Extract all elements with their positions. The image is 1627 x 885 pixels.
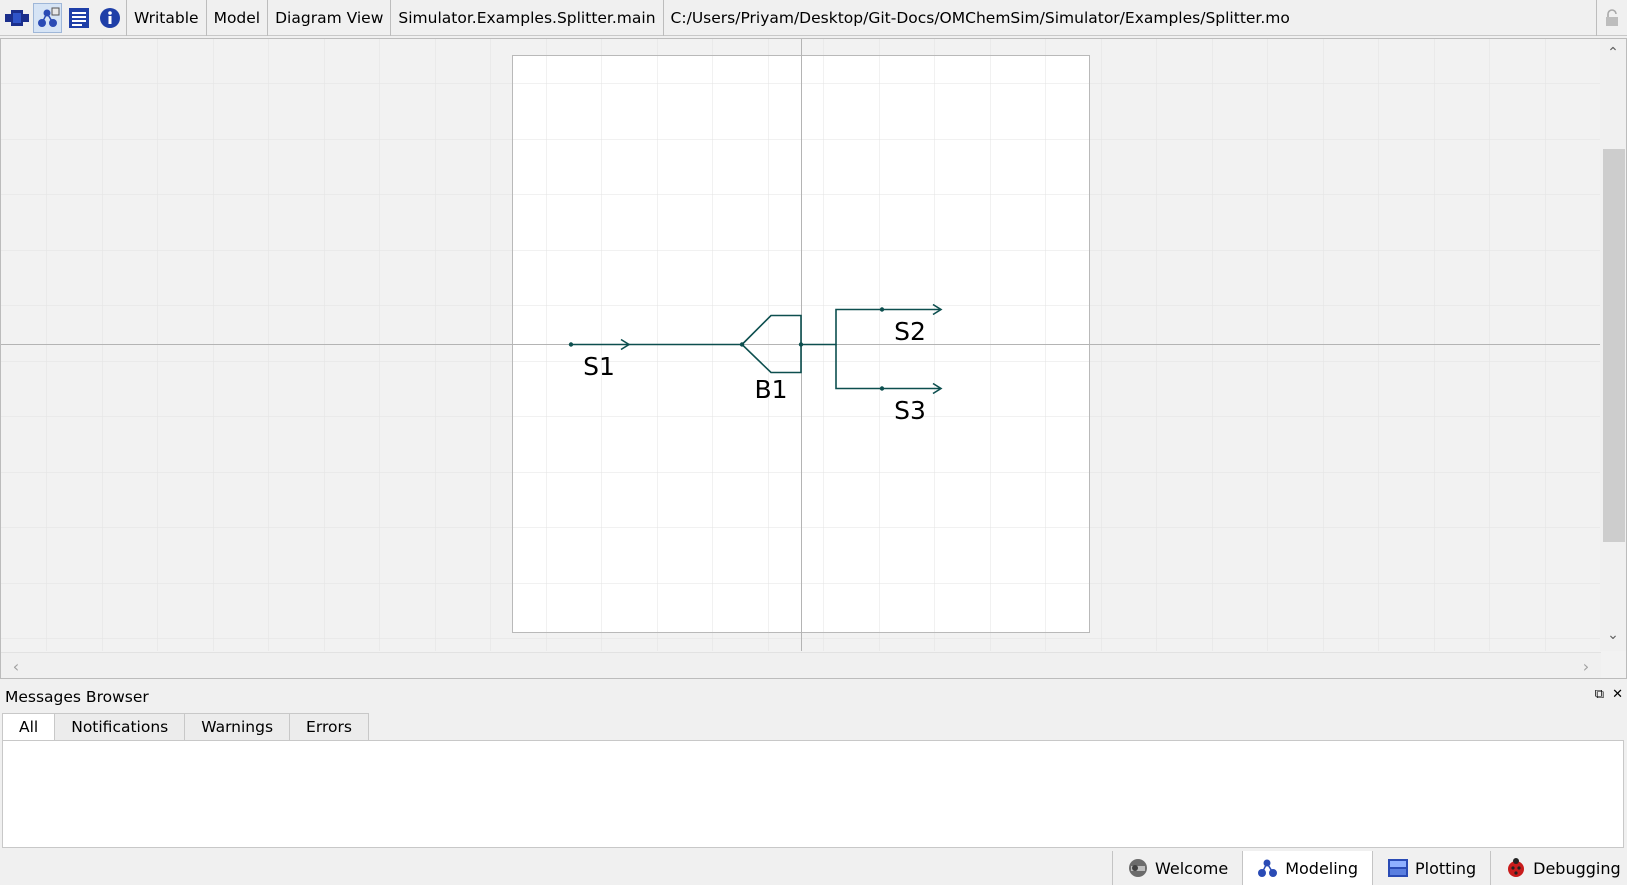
close-icon[interactable]: ✕ [1612,687,1623,702]
vertical-scroll-thumb[interactable] [1603,149,1625,542]
model-toolbar: Writable Model Diagram View Simulator.Ex… [0,0,1627,36]
access-label: Writable [127,0,207,36]
lock-button[interactable] [1597,0,1627,36]
documentation-view-button[interactable] [95,3,124,33]
tab-warnings[interactable]: Warnings [185,713,291,741]
perspective-plotting[interactable]: Plotting [1372,851,1492,885]
welcome-icon [1127,857,1149,879]
messages-browser-title: Messages Browser [5,688,149,706]
view-type-label: Diagram View [268,0,392,36]
diagram-graphics: S1 B1 S2 S3 [1,39,1601,651]
perspective-welcome[interactable]: Welcome [1113,851,1244,885]
scroll-down-icon[interactable]: ⌄ [1600,625,1626,645]
tab-notifications[interactable]: Notifications [55,713,186,741]
toolbar-spacer [1297,0,1597,36]
tab-all[interactable]: All [2,713,56,741]
diagram-view-button[interactable] [33,2,62,33]
view-switcher [0,0,127,36]
model-name-label: Simulator.Examples.Splitter.main [391,0,664,36]
scroll-left-icon[interactable]: ‹ [5,653,27,678]
perspective-modeling[interactable]: Modeling [1243,851,1373,885]
file-path-label: C:/Users/Priyam/Desktop/Git-Docs/OMChemS… [670,8,1290,27]
icon-view-button[interactable] [2,3,31,33]
messages-browser-header: Messages Browser ⧉ ✕ [0,683,1627,711]
scroll-right-icon[interactable]: › [1575,653,1597,678]
icon-view-icon [4,9,29,26]
perspective-welcome-label: Welcome [1155,858,1229,878]
vertical-scrollbar[interactable]: ⌃ ⌄ [1600,39,1626,651]
plotting-icon [1387,857,1409,879]
tab-errors[interactable]: Errors [290,713,369,741]
horizontal-scrollbar[interactable]: ‹ › [1,652,1601,678]
debugging-icon [1505,857,1527,879]
modeling-icon [1257,857,1279,879]
diagram-view-icon [37,7,59,27]
documentation-icon [99,7,120,28]
label-s3: S3 [894,396,926,425]
perspective-debugging[interactable]: Debugging [1491,851,1627,885]
label-s1: S1 [583,352,615,381]
lock-icon [1606,8,1618,26]
restriction-label: Model [207,0,269,36]
perspective-modeling-label: Modeling [1285,858,1358,878]
float-panel-icon[interactable]: ⧉ [1595,687,1604,702]
scroll-up-icon[interactable]: ⌃ [1600,43,1626,63]
perspective-plotting-label: Plotting [1414,858,1477,878]
text-view-button[interactable] [64,3,93,33]
label-b1: B1 [754,375,787,404]
text-view-icon [68,7,89,28]
messages-tabs: All Notifications Warnings Errors [2,713,369,741]
messages-list[interactable] [2,740,1624,848]
perspective-debugging-label: Debugging [1533,858,1621,878]
label-s2: S2 [894,317,926,346]
diagram-canvas[interactable]: S1 B1 S2 S3 ⌃ ⌄ ‹ › [0,38,1627,679]
perspective-bar: Welcome Modeling Plotting Debugging [1112,851,1627,885]
